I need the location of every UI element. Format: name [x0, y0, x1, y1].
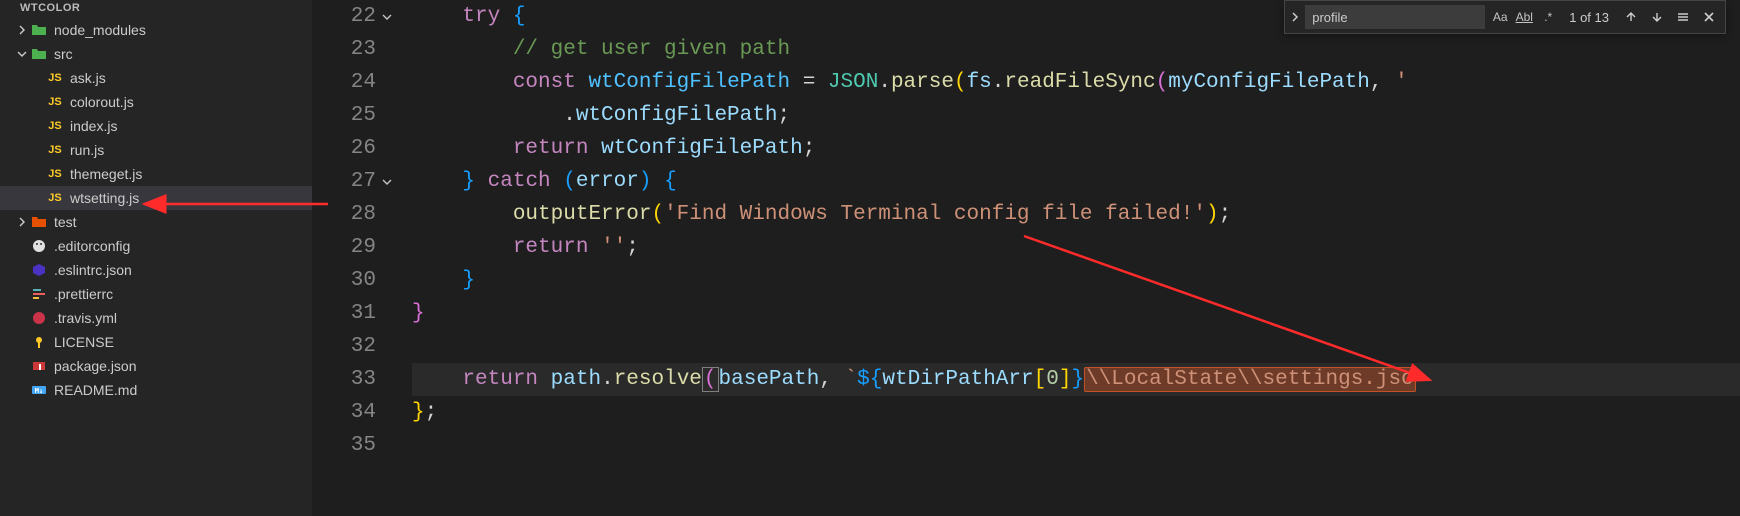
line-number: 34 [312, 396, 376, 429]
line-number: 22 [312, 0, 376, 33]
line-number: 31 [312, 297, 376, 330]
chevron-right-icon[interactable] [14, 22, 30, 38]
code-line[interactable] [412, 330, 1740, 363]
chevron-right-icon[interactable] [14, 214, 30, 230]
prettier-icon [30, 285, 48, 303]
file-row-wtsetting.js[interactable]: JS wtsetting.js [0, 186, 312, 210]
js-icon: JS [46, 69, 64, 87]
find-in-selection-toggle[interactable] [1671, 5, 1695, 29]
code-line[interactable]: return ''; [412, 231, 1740, 264]
line-number: 26 [312, 132, 376, 165]
fold-chevron-icon[interactable] [378, 165, 396, 198]
line-number: 28 [312, 198, 376, 231]
find-match-word-toggle[interactable]: Abl [1513, 6, 1535, 28]
file-row-LICENSE[interactable]: LICENSE [0, 330, 312, 354]
file-row-index.js[interactable]: JS index.js [0, 114, 312, 138]
line-number: 30 [312, 264, 376, 297]
license-icon [30, 333, 48, 351]
chevron-down-icon[interactable] [14, 46, 30, 62]
svg-text:M↓: M↓ [35, 387, 43, 395]
code-line[interactable]: outputError('Find Windows Terminal confi… [412, 198, 1740, 231]
tree-item-label: package.json [54, 358, 137, 374]
tree-item-label: .prettierrc [54, 286, 113, 302]
file-tree: node_modulessrc JS ask.js JS colorout.js JS in… [0, 16, 312, 402]
tree-item-label: test [54, 214, 77, 230]
line-number: 35 [312, 429, 376, 462]
npm-icon [30, 357, 48, 375]
file-row-.editorconfig[interactable]: .editorconfig [0, 234, 312, 258]
line-number: 23 [312, 33, 376, 66]
fold-chevron-icon[interactable] [378, 0, 396, 33]
explorer-title: WTCOLOR [0, 0, 312, 16]
js-icon: JS [46, 117, 64, 135]
code-line[interactable]: } catch (error) { [412, 165, 1740, 198]
folder-green-icon [30, 45, 48, 63]
travis-icon [30, 309, 48, 327]
find-match-case-toggle[interactable]: Aa [1489, 6, 1511, 28]
line-number: 27 [312, 165, 376, 198]
tree-item-label: src [54, 46, 73, 62]
line-number: 24 [312, 66, 376, 99]
find-prev-button[interactable] [1619, 5, 1643, 29]
eslint-icon [30, 261, 48, 279]
file-row-.eslintrc.json[interactable]: .eslintrc.json [0, 258, 312, 282]
code-line[interactable]: return wtConfigFilePath; [412, 132, 1740, 165]
tree-item-label: .eslintrc.json [54, 262, 132, 278]
line-number: 25 [312, 99, 376, 132]
tree-item-label: wtsetting.js [70, 190, 139, 206]
tree-item-label: README.md [54, 382, 137, 398]
code-line[interactable]: return path.resolve(basePath, `${wtDirPa… [412, 363, 1740, 396]
line-number: 32 [312, 330, 376, 363]
tree-item-label: ask.js [70, 70, 106, 86]
folder-test-icon [30, 213, 48, 231]
code-editor[interactable]: 2223242526272829303132333435 try { // ge… [312, 0, 1740, 516]
md-icon: M↓ [30, 381, 48, 399]
line-number: 33 [312, 363, 376, 396]
folder-green-icon [30, 21, 48, 39]
file-explorer-sidebar: WTCOLOR node_modulessrc JS ask.js JS colorou… [0, 0, 312, 516]
code-line[interactable]: // get user given path [412, 33, 1740, 66]
find-result-count: 1 of 13 [1569, 1, 1609, 34]
find-expand-toggle[interactable] [1285, 1, 1305, 33]
file-row-.prettierrc[interactable]: .prettierrc [0, 282, 312, 306]
tree-item-label: .travis.yml [54, 310, 117, 326]
code-line[interactable]: const wtConfigFilePath = JSON.parse(fs.r… [412, 66, 1740, 99]
js-icon: JS [46, 93, 64, 111]
tree-item-label: run.js [70, 142, 104, 158]
file-row-package.json[interactable]: package.json [0, 354, 312, 378]
js-icon: JS [46, 165, 64, 183]
file-row-themeget.js[interactable]: JS themeget.js [0, 162, 312, 186]
file-row-ask.js[interactable]: JS ask.js [0, 66, 312, 90]
folder-row-src[interactable]: src [0, 42, 312, 66]
tree-item-label: LICENSE [54, 334, 114, 350]
find-close-button[interactable] [1697, 5, 1721, 29]
file-row-.travis.yml[interactable]: .travis.yml [0, 306, 312, 330]
code-line[interactable] [412, 429, 1740, 462]
code-line[interactable]: } [412, 264, 1740, 297]
line-number-gutter: 2223242526272829303132333435 [312, 0, 404, 516]
tree-item-label: .editorconfig [54, 238, 130, 254]
folder-row-node_modules[interactable]: node_modules [0, 18, 312, 42]
code-line[interactable]: } [412, 297, 1740, 330]
tree-item-label: node_modules [54, 22, 146, 38]
tree-item-label: themeget.js [70, 166, 142, 182]
find-regex-toggle[interactable]: .* [1537, 6, 1559, 28]
code-line[interactable]: .wtConfigFilePath; [412, 99, 1740, 132]
find-input[interactable] [1305, 5, 1485, 29]
tree-item-label: index.js [70, 118, 117, 134]
js-icon: JS [46, 189, 64, 207]
code-area[interactable]: try { // get user given path const wtCon… [404, 0, 1740, 516]
tree-item-label: colorout.js [70, 94, 134, 110]
editorconfig-icon [30, 237, 48, 255]
js-icon: JS [46, 141, 64, 159]
file-row-run.js[interactable]: JS run.js [0, 138, 312, 162]
line-number: 29 [312, 231, 376, 264]
folder-row-test[interactable]: test [0, 210, 312, 234]
file-row-README.md[interactable]: M↓ README.md [0, 378, 312, 402]
code-line[interactable]: }; [412, 396, 1740, 429]
find-next-button[interactable] [1645, 5, 1669, 29]
file-row-colorout.js[interactable]: JS colorout.js [0, 90, 312, 114]
find-widget: Aa Abl .* 1 of 13 [1284, 0, 1726, 34]
